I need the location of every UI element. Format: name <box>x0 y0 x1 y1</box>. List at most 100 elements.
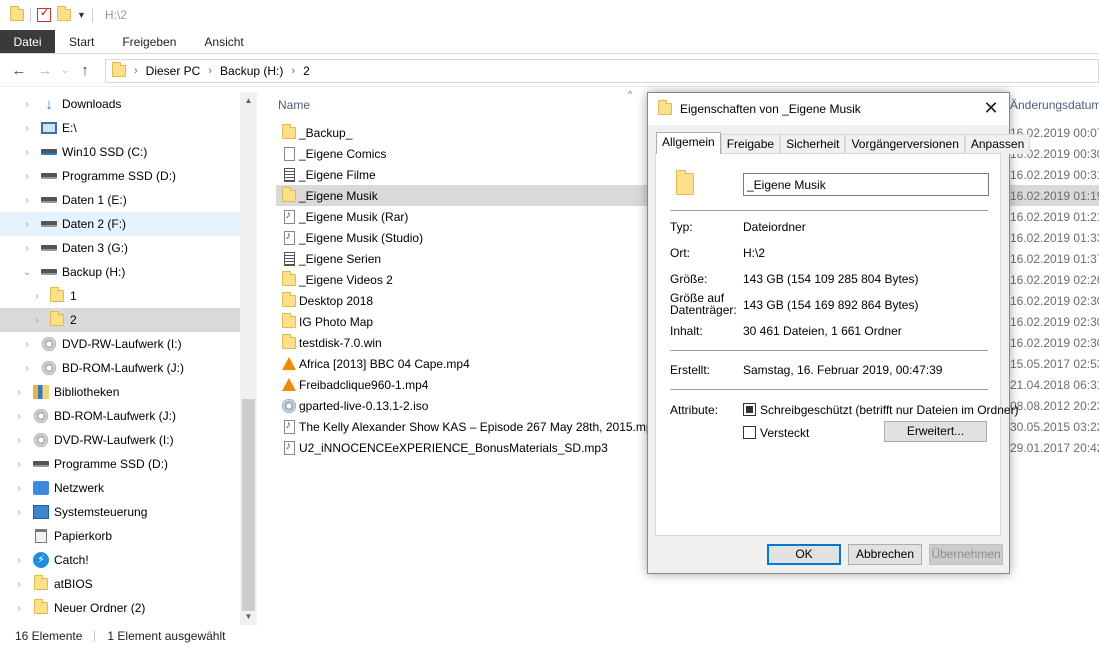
chevron-right-icon[interactable]: › <box>14 555 24 566</box>
file-date: 08.08.2012 20:23 <box>1010 398 1099 413</box>
scroll-down-icon[interactable]: ▼ <box>240 612 257 621</box>
chevron-right-icon[interactable]: › <box>14 603 24 614</box>
back-arrow-icon[interactable]: ← <box>6 62 32 79</box>
hidden-label[interactable]: Versteckt <box>760 426 809 440</box>
hidden-checkbox[interactable] <box>743 426 756 439</box>
disc-image-icon <box>281 398 297 413</box>
chevron-right-icon[interactable]: › <box>22 147 32 158</box>
up-arrow-icon[interactable]: ↑ <box>72 62 98 79</box>
chevron-right-icon[interactable]: › <box>22 99 32 110</box>
chevron-right-icon[interactable]: › <box>22 339 32 350</box>
new-folder-quick-icon[interactable] <box>57 6 71 21</box>
cancel-button[interactable]: Abbrechen <box>848 544 922 565</box>
advanced-button[interactable]: Erweitert... <box>884 421 987 442</box>
tab-sicherheit[interactable]: Sicherheit <box>780 134 846 154</box>
tab-allgemein[interactable]: Allgemein <box>656 132 721 154</box>
chevron-right-icon[interactable]: › <box>208 65 212 77</box>
sidebar-item-systemsteuerung[interactable]: › Systemsteuerung <box>0 500 240 524</box>
chevron-right-icon[interactable]: › <box>14 387 24 398</box>
chevron-right-icon[interactable]: › <box>291 65 295 77</box>
sidebar-item-papierkorb[interactable]: Papierkorb <box>0 524 240 548</box>
tab-anpassen[interactable]: Anpassen <box>964 134 1031 154</box>
breadcrumb-2[interactable]: 2 <box>303 64 310 78</box>
chevron-right-icon[interactable]: › <box>32 315 42 326</box>
disc-drive-icon <box>40 336 58 352</box>
navigation-pane: › ↓ Downloads › E:\ › Win10 SSD (C:) › P… <box>0 92 256 625</box>
separator <box>91 8 93 22</box>
scrollbar-thumb[interactable] <box>242 399 255 611</box>
sidebar-item-dvd-rw-i-2[interactable]: › DVD-RW-Laufwerk (I:) <box>0 428 240 452</box>
sidebar-item-programme-ssd[interactable]: › Programme SSD (D:) <box>0 164 240 188</box>
sidebar-item-daten-1[interactable]: › Daten 1 (E:) <box>0 188 240 212</box>
tab-datei[interactable]: Datei <box>0 30 55 53</box>
folder-name-input[interactable] <box>743 173 989 196</box>
sidebar-item-folder-1[interactable]: › 1 <box>0 284 240 308</box>
ok-button[interactable]: OK <box>767 544 841 565</box>
chevron-right-icon[interactable]: › <box>22 243 32 254</box>
drive-icon <box>40 192 58 208</box>
sidebar-item-daten-3[interactable]: › Daten 3 (G:) <box>0 236 240 260</box>
sidebar-item-bd-rom-j-2[interactable]: › BD-ROM-Laufwerk (J:) <box>0 404 240 428</box>
navigation-bar: ← → ⌄ ↑ › Dieser PC › Backup (H:) › 2 <box>0 55 1099 87</box>
sidebar-item-win10-ssd[interactable]: › Win10 SSD (C:) <box>0 140 240 164</box>
readonly-label[interactable]: Schreibgeschützt (betrifft nur Dateien i… <box>760 403 1019 417</box>
chevron-down-icon[interactable]: ⌄ <box>58 65 72 76</box>
breadcrumb-dieser-pc[interactable]: Dieser PC <box>146 64 201 78</box>
address-bar[interactable]: › Dieser PC › Backup (H:) › 2 <box>105 59 1099 83</box>
breadcrumb-backup[interactable]: Backup (H:) <box>220 64 283 78</box>
separator <box>94 629 96 642</box>
sidebar-item-catch[interactable]: › ⚡ Catch! <box>0 548 240 572</box>
sidebar-item-netzwerk[interactable]: › Netzwerk <box>0 476 240 500</box>
sidebar-item-backup-h[interactable]: ⌄ Backup (H:) <box>0 260 240 284</box>
sidebar-item-neuer-ordner-2[interactable]: › Neuer Ordner (2) <box>0 596 240 620</box>
chevron-right-icon[interactable]: › <box>134 65 138 77</box>
chevron-down-icon[interactable]: ▼ <box>77 10 86 20</box>
sidebar-item-label: BD-ROM-Laufwerk (J:) <box>54 409 177 423</box>
sidebar-item-e[interactable]: › E:\ <box>0 116 240 140</box>
apply-button[interactable]: Übernehmen <box>929 544 1003 565</box>
chevron-right-icon[interactable]: › <box>14 579 24 590</box>
size-on-disk-value: 143 GB (154 169 892 864 Bytes) <box>743 298 919 312</box>
chevron-right-icon[interactable]: › <box>22 123 32 134</box>
tab-ansicht[interactable]: Ansicht <box>190 30 257 53</box>
sidebar-item-daten-2[interactable]: › Daten 2 (F:) <box>0 212 240 236</box>
chevron-right-icon[interactable]: › <box>22 219 32 230</box>
file-date: 16.02.2019 01:33 <box>1010 230 1099 245</box>
folder-icon <box>281 186 297 202</box>
chevron-right-icon[interactable]: › <box>14 411 24 422</box>
readonly-checkbox[interactable] <box>743 403 756 416</box>
properties-quick-icon[interactable] <box>37 6 51 22</box>
sidebar-item-bibliotheken[interactable]: › Bibliotheken <box>0 380 240 404</box>
tab-freigabe[interactable]: Freigabe <box>720 134 781 154</box>
file-name: _Eigene Serien <box>299 251 382 266</box>
tab-vorgaengerversionen[interactable]: Vorgängerversionen <box>845 134 965 154</box>
chevron-down-icon[interactable]: ⌄ <box>22 267 32 278</box>
close-icon[interactable]: ✕ <box>981 98 1001 119</box>
chevron-right-icon[interactable]: › <box>22 363 32 374</box>
sidebar-scrollbar[interactable]: ▲ ▼ <box>240 92 257 625</box>
tab-start[interactable]: Start <box>55 30 108 53</box>
file-date: 16.02.2019 01:37 <box>1010 251 1099 266</box>
chevron-right-icon[interactable]: › <box>14 507 24 518</box>
sidebar-item-downloads[interactable]: › ↓ Downloads <box>0 92 240 116</box>
sidebar-item-programme-ssd-2[interactable]: › Programme SSD (D:) <box>0 452 240 476</box>
sidebar-item-bd-rom-j[interactable]: › BD-ROM-Laufwerk (J:) <box>0 356 240 380</box>
title-bar: ▼ H:\2 <box>0 0 1099 30</box>
chevron-right-icon[interactable]: › <box>14 435 24 446</box>
column-header-name[interactable]: Name <box>278 98 310 112</box>
tab-freigeben[interactable]: Freigeben <box>108 30 190 53</box>
chevron-right-icon[interactable]: › <box>32 291 42 302</box>
chevron-right-icon[interactable]: › <box>22 171 32 182</box>
chevron-right-icon[interactable]: › <box>14 483 24 494</box>
column-header-date[interactable]: Änderungsdatum <box>1010 98 1099 112</box>
file-name: _Eigene Comics <box>299 146 387 161</box>
sidebar-item-folder-2[interactable]: › 2 <box>0 308 240 332</box>
network-icon <box>32 480 50 496</box>
scroll-up-icon[interactable]: ▲ <box>240 96 257 105</box>
sidebar-item-dvd-rw-i[interactable]: › DVD-RW-Laufwerk (I:) <box>0 332 240 356</box>
sidebar-item-atbios[interactable]: › atBIOS <box>0 572 240 596</box>
chevron-right-icon[interactable]: › <box>14 459 24 470</box>
forward-arrow-icon[interactable]: → <box>32 62 58 79</box>
divider <box>670 210 988 211</box>
chevron-right-icon[interactable]: › <box>22 195 32 206</box>
